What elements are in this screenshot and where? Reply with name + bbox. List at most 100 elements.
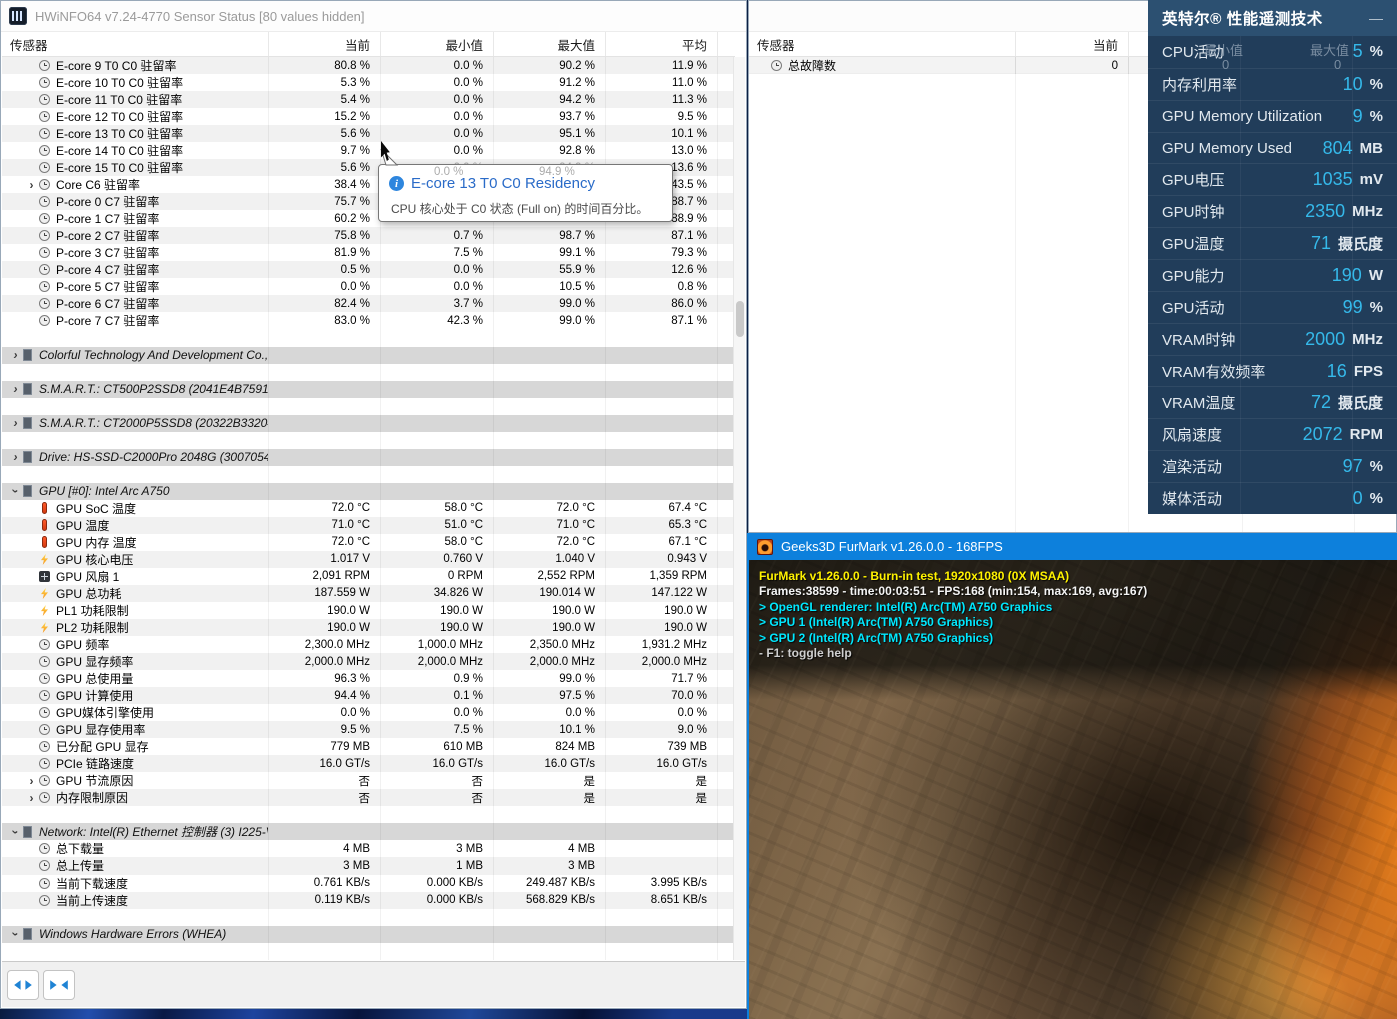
sensor-row[interactable]: GPU 总使用量96.3 %0.9 %99.0 %71.7 %	[2, 670, 735, 687]
sensor-row[interactable]: ›内存限制原因否否是是	[2, 789, 735, 806]
column-header[interactable]: 最大值	[493, 32, 605, 56]
sensor-row[interactable]: GPU 温度71.0 °C51.0 °C71.0 °C65.3 °C	[2, 517, 735, 534]
chevron-collapsed-icon[interactable]: ›	[24, 792, 39, 804]
sensor-value: 0.1 %	[380, 687, 493, 704]
metric-value: 10	[1343, 74, 1363, 95]
sensor-row[interactable]: GPU 频率2,300.0 MHz1,000.0 MHz2,350.0 MHz1…	[2, 636, 735, 653]
sensor-row[interactable]: GPU 核心电压1.017 V0.760 V1.040 V0.943 V	[2, 551, 735, 568]
sensor-row[interactable]: E-core 12 T0 C0 驻留率15.2 %0.0 %93.7 %9.5 …	[2, 108, 735, 125]
gauge-icon	[39, 230, 50, 241]
sensor-value: 190.0 W	[493, 619, 605, 636]
bolt-icon	[39, 554, 50, 565]
osd-line: FurMark v1.26.0.0 - Burn-in test, 1920x1…	[759, 569, 1147, 584]
chevron-expanded-icon[interactable]: ›	[10, 927, 22, 942]
chevron-collapsed-icon[interactable]: ›	[8, 383, 23, 395]
sensor-row[interactable]: 已分配 GPU 显存779 MB610 MB824 MB739 MB	[2, 738, 735, 755]
sensor-row[interactable]: E-core 9 T0 C0 驻留率80.8 %0.0 %90.2 %11.9 …	[2, 57, 735, 74]
sensor-value: 90.2 %	[493, 57, 605, 74]
ghost-max-value: 0	[1334, 57, 1341, 72]
sensor-row[interactable]: PL2 功耗限制190.0 W190.0 W190.0 W190.0 W	[2, 619, 735, 636]
column-header[interactable]: 最小值	[380, 32, 493, 56]
sensor-group-row[interactable]: ›S.M.A.R.T.: CT500P2SSD8 (2041E4B75915)	[2, 381, 735, 398]
sensor-row[interactable]: GPU 显存频率2,000.0 MHz2,000.0 MHz2,000.0 MH…	[2, 653, 735, 670]
sensor-group-row[interactable]: ›S.M.A.R.T.: CT2000P5SSD8 (20322B332045)	[2, 415, 735, 432]
sensor-row[interactable]: P-core 7 C7 驻留率83.0 %42.3 %99.0 %87.1 %	[2, 312, 735, 329]
vertical-scrollbar[interactable]	[733, 57, 745, 960]
sensor-group-row[interactable]: ›Windows Hardware Errors (WHEA)	[2, 926, 735, 943]
sensor-row[interactable]: E-core 14 T0 C0 驻留率9.7 %0.0 %92.8 %13.0 …	[2, 142, 735, 159]
collapse-columns-button[interactable]	[43, 970, 75, 1000]
sensor-row[interactable]: GPU 内存 温度72.0 °C58.0 °C72.0 °C67.1 °C	[2, 534, 735, 551]
sensor-value: 11.3 %	[605, 91, 717, 108]
sensor-row[interactable]: E-core 11 T0 C0 驻留率5.4 %0.0 %94.2 %11.3 …	[2, 91, 735, 108]
scrollbar-thumb[interactable]	[736, 301, 744, 337]
chevron-collapsed-icon[interactable]: ›	[8, 349, 23, 361]
expand-columns-button[interactable]	[7, 970, 39, 1000]
chevron-collapsed-icon[interactable]: ›	[24, 775, 39, 787]
sensor-row[interactable]: P-core 6 C7 驻留率82.4 %3.7 %99.0 %86.0 %	[2, 295, 735, 312]
gauge-icon	[39, 111, 50, 122]
column-header[interactable]: 平均	[605, 32, 717, 56]
ghost-max-label: 最大值	[1310, 40, 1349, 59]
chevron-expanded-icon[interactable]: ›	[10, 824, 22, 839]
sensor-row[interactable]: ›GPU 节流原因否否是是	[2, 772, 735, 789]
sensor-row[interactable]: P-core 4 C7 驻留率0.5 %0.0 %55.9 %12.6 %	[2, 261, 735, 278]
sensor-table-header: 传感器当前最小值最大值平均	[2, 32, 735, 57]
sensor-value: 83.0 %	[268, 312, 380, 329]
sensor-value: 87.1 %	[605, 227, 717, 244]
gauge-icon	[39, 741, 50, 752]
sensor-value: 5.6 %	[268, 125, 380, 142]
sensor-row[interactable]: PCIe 链路速度16.0 GT/s16.0 GT/s16.0 GT/s16.0…	[2, 755, 735, 772]
sensor-row[interactable]: GPU 风扇 12,091 RPM0 RPM2,552 RPM1,359 RPM	[2, 568, 735, 585]
gauge-icon	[39, 264, 50, 275]
sensor-value: 0	[1015, 57, 1128, 74]
sensor-value: 58.0 °C	[380, 500, 493, 517]
chevron-collapsed-icon[interactable]: ›	[24, 179, 39, 191]
metric-unit: MHz	[1352, 331, 1383, 348]
sensor-group-row[interactable]: ›Colorful Technology And Development Co.…	[2, 347, 735, 364]
sensor-value: 0.0 %	[380, 108, 493, 125]
sensor-row[interactable]: PL1 功耗限制190.0 W190.0 W190.0 W190.0 W	[2, 602, 735, 619]
sensor-group-row[interactable]: ›GPU [#0]: Intel Arc A750	[2, 483, 735, 500]
sensor-row[interactable]: E-core 13 T0 C0 驻留率5.6 %0.0 %95.1 %10.1 …	[2, 125, 735, 142]
sensor-label: PL1 功耗限制	[56, 602, 129, 619]
sensor-row[interactable]: GPU媒体引擎使用0.0 %0.0 %0.0 %0.0 %	[2, 704, 735, 721]
sensor-row[interactable]: 当前下载速度0.761 KB/s0.000 KB/s249.487 KB/s3.…	[2, 875, 735, 892]
sensor-row[interactable]: P-core 5 C7 驻留率0.0 %0.0 %10.5 %0.8 %	[2, 278, 735, 295]
column-header[interactable]: 当前	[268, 32, 380, 56]
sensor-value	[605, 840, 717, 857]
sensor-row[interactable]: GPU 总功耗187.559 W34.826 W190.014 W147.122…	[2, 585, 735, 602]
column-header[interactable]: 传感器	[2, 32, 268, 56]
sensor-row[interactable]: 当前上传速度0.119 KB/s0.000 KB/s568.829 KB/s8.…	[2, 892, 735, 909]
sensor-row[interactable]: GPU 计算使用94.4 %0.1 %97.5 %70.0 %	[2, 687, 735, 704]
sensor-value: 13.0 %	[605, 142, 717, 159]
metric-label: VRAM有效频率	[1162, 361, 1327, 382]
sensor-group-row[interactable]: ›Network: Intel(R) Ethernet 控制器 (3) I225…	[2, 823, 735, 840]
sensor-label: GPU 核心电压	[56, 551, 133, 568]
osd-line: - F1: toggle help	[759, 646, 1147, 661]
sensor-row[interactable]: 总下载量4 MB3 MB4 MB	[2, 840, 735, 857]
sensor-row[interactable]: E-core 10 T0 C0 驻留率5.3 %0.0 %91.2 %11.0 …	[2, 74, 735, 91]
sensor-row[interactable]: P-core 3 C7 驻留率81.9 %7.5 %99.1 %79.3 %	[2, 244, 735, 261]
sensor-row[interactable]: P-core 2 C7 驻留率75.8 %0.7 %98.7 %87.1 %	[2, 227, 735, 244]
intel-metric-row: VRAM温度72摄氏度	[1148, 386, 1397, 418]
chevron-expanded-icon[interactable]: ›	[10, 484, 22, 499]
chevron-collapsed-icon[interactable]: ›	[8, 417, 23, 429]
gauge-icon	[39, 673, 50, 684]
gauge-icon	[39, 724, 50, 735]
sensor-value: 0.0 %	[380, 278, 493, 295]
sensor-label: GPU 温度	[56, 517, 109, 534]
column-header[interactable]: 传感器	[749, 32, 1015, 56]
metric-value: 1035	[1313, 169, 1353, 190]
sensor-row[interactable]: GPU 显存使用率9.5 %7.5 %10.1 %9.0 %	[2, 721, 735, 738]
sensor-row[interactable]: GPU SoC 温度72.0 °C58.0 °C72.0 °C67.4 °C	[2, 500, 735, 517]
thermo-icon	[42, 519, 47, 531]
metric-value: 2072	[1303, 424, 1343, 445]
sensor-group-row[interactable]: ›Drive: HS-SSD-C2000Pro 2048G (30070540.…	[2, 449, 735, 466]
chevron-collapsed-icon[interactable]: ›	[8, 451, 23, 463]
minimize-button[interactable]: —	[1369, 11, 1383, 25]
column-header[interactable]: 当前	[1015, 32, 1128, 56]
sensor-label: 内存限制原因	[56, 789, 128, 806]
sensor-label: GPU 总功耗	[56, 585, 121, 602]
sensor-row[interactable]: 总上传量3 MB1 MB3 MB	[2, 857, 735, 874]
